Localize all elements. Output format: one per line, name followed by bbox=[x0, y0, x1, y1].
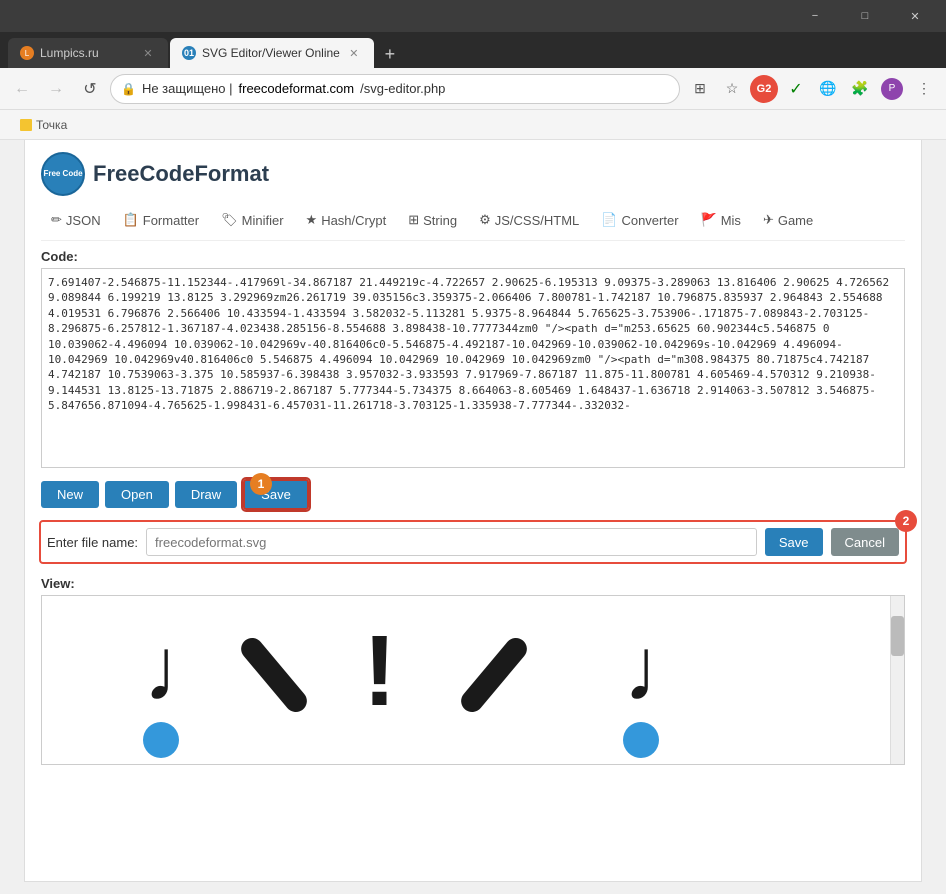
scrollbar-thumb bbox=[891, 616, 904, 656]
folder-icon bbox=[20, 119, 32, 131]
menu-item-string[interactable]: ⊞ String bbox=[398, 208, 467, 232]
svg-text:♩: ♩ bbox=[623, 620, 713, 720]
lock-icon: 🔒 bbox=[121, 82, 136, 96]
string-icon: ⊞ bbox=[408, 212, 419, 228]
close-tab-lumpics[interactable]: ✕ bbox=[140, 45, 156, 61]
new-button[interactable]: New bbox=[41, 481, 99, 508]
minifier-icon: 🏷 bbox=[221, 212, 238, 228]
svg-editor-favicon: 01 bbox=[182, 46, 196, 60]
new-tab-button[interactable]: + bbox=[376, 40, 404, 68]
menu-item-converter[interactable]: 📄 Converter bbox=[591, 208, 688, 232]
badge-1: 1 bbox=[250, 473, 272, 495]
menu-converter-label: Converter bbox=[621, 213, 678, 228]
close-button[interactable]: ✕ bbox=[892, 0, 938, 32]
cancel-file-button[interactable]: Cancel bbox=[831, 528, 899, 556]
view-section: View: ♩ ! bbox=[25, 568, 921, 765]
save-file-dialog: Enter file name: Save Cancel 2 bbox=[39, 520, 907, 564]
tab-lumpics-label: Lumpics.ru bbox=[40, 46, 99, 60]
site-logo: Free Code bbox=[41, 152, 85, 196]
menu-minifier-label: Minifier bbox=[242, 213, 284, 228]
address-protocol: Не защищено | bbox=[142, 81, 233, 96]
code-textarea[interactable]: 7.691407-2.546875-11.152344-.417969l-34.… bbox=[41, 268, 905, 468]
jscsshtml-icon: ⚙ bbox=[479, 212, 491, 228]
title-bar: − □ ✕ bbox=[0, 0, 946, 32]
address-domain: freecodeformat.com bbox=[239, 81, 355, 96]
save-file-label: Enter file name: bbox=[47, 535, 138, 550]
site-nav-menu: ✏ JSON 📋 Formatter 🏷 Minifier ★ Hash/Cry… bbox=[41, 208, 905, 241]
bookmark-label: Точка bbox=[36, 118, 67, 132]
bookmark-folder[interactable]: Точка bbox=[12, 113, 75, 137]
navigation-bar: ← → ↺ 🔒 Не защищено | freecodeformat.com… bbox=[0, 68, 946, 110]
formatter-icon: 📋 bbox=[123, 212, 139, 228]
lumpics-favicon: L bbox=[20, 46, 34, 60]
code-label: Code: bbox=[41, 249, 905, 264]
menu-jscsshtml-label: JS/CSS/HTML bbox=[495, 213, 580, 228]
menu-item-minifier[interactable]: 🏷 Minifier bbox=[211, 208, 293, 232]
reload-button[interactable]: ↺ bbox=[76, 75, 104, 103]
menu-item-formatter[interactable]: 📋 Formatter bbox=[113, 208, 210, 232]
filename-input[interactable] bbox=[146, 528, 757, 556]
extensions-button[interactable]: 🧩 bbox=[846, 75, 874, 103]
extension2-button[interactable]: ✓ bbox=[782, 75, 810, 103]
more-button[interactable]: ⋮ bbox=[910, 75, 938, 103]
address-bar[interactable]: 🔒 Не защищено | freecodeformat.com /svg-… bbox=[110, 74, 680, 104]
tabs-bar: L Lumpics.ru ✕ 01 SVG Editor/Viewer Onli… bbox=[0, 32, 946, 68]
menu-string-label: String bbox=[423, 213, 457, 228]
menu-item-json[interactable]: ✏ JSON bbox=[41, 208, 111, 232]
mis-icon: 🚩 bbox=[701, 212, 717, 228]
extension1-button[interactable]: G2 bbox=[750, 75, 778, 103]
logo-text: Free Code bbox=[43, 169, 82, 179]
save-file-form: Enter file name: Save Cancel 2 bbox=[47, 528, 899, 556]
tab-svg-editor[interactable]: 01 SVG Editor/Viewer Online ✕ bbox=[170, 38, 374, 68]
tab-lumpics[interactable]: L Lumpics.ru ✕ bbox=[8, 38, 168, 68]
site-title: FreeCodeFormat bbox=[93, 161, 269, 187]
open-button[interactable]: Open bbox=[105, 481, 169, 508]
converter-icon: 📄 bbox=[601, 212, 617, 228]
view-scrollbar[interactable] bbox=[890, 596, 904, 764]
draw-button[interactable]: Draw bbox=[175, 481, 237, 508]
menu-item-game[interactable]: ✈ Game bbox=[753, 208, 823, 232]
nav-actions: ⊞ ☆ G2 ✓ 🌐 🧩 P ⋮ bbox=[686, 75, 938, 103]
svg-text:♩: ♩ bbox=[143, 620, 233, 720]
menu-json-label: JSON bbox=[66, 213, 101, 228]
address-path: /svg-editor.php bbox=[360, 81, 445, 96]
page-content: Free Code FreeCodeFormat ✏ JSON 📋 Format… bbox=[24, 140, 922, 882]
json-icon: ✏ bbox=[51, 212, 62, 228]
maximize-button[interactable]: □ bbox=[842, 0, 888, 32]
menu-game-label: Game bbox=[778, 213, 813, 228]
logo-area: Free Code FreeCodeFormat bbox=[41, 152, 905, 196]
menu-formatter-label: Formatter bbox=[143, 213, 199, 228]
badge-2: 2 bbox=[895, 510, 917, 532]
forward-button[interactable]: → bbox=[42, 75, 70, 103]
profile-button[interactable]: P bbox=[878, 75, 906, 103]
svg-text:!: ! bbox=[363, 615, 396, 727]
bookmark-button[interactable]: ☆ bbox=[718, 75, 746, 103]
save-file-button[interactable]: Save bbox=[765, 528, 823, 556]
menu-hash-label: Hash/Crypt bbox=[321, 213, 386, 228]
menu-item-mis[interactable]: 🚩 Mis bbox=[691, 208, 751, 232]
game-icon: ✈ bbox=[763, 212, 774, 228]
svg-preview: ♩ ! ♩ bbox=[63, 600, 883, 760]
close-tab-svg-editor[interactable]: ✕ bbox=[346, 45, 362, 61]
back-button[interactable]: ← bbox=[8, 75, 36, 103]
translate-button[interactable]: ⊞ bbox=[686, 75, 714, 103]
page-header: Free Code FreeCodeFormat ✏ JSON 📋 Format… bbox=[25, 140, 921, 241]
window-controls: − □ ✕ bbox=[792, 0, 938, 32]
view-box: ♩ ! ♩ bbox=[41, 595, 905, 765]
view-label: View: bbox=[41, 576, 905, 591]
code-section: Code: 7.691407-2.546875-11.152344-.41796… bbox=[25, 241, 921, 471]
globe-button[interactable]: 🌐 bbox=[814, 75, 842, 103]
bookmark-bar: Точка bbox=[0, 110, 946, 140]
menu-item-hash[interactable]: ★ Hash/Crypt bbox=[296, 208, 397, 232]
action-buttons-row: New Open Draw Save 1 bbox=[25, 471, 921, 518]
menu-item-jscsshtml[interactable]: ⚙ JS/CSS/HTML bbox=[469, 208, 589, 232]
tab-svg-editor-label: SVG Editor/Viewer Online bbox=[202, 46, 340, 60]
minimize-button[interactable]: − bbox=[792, 0, 838, 32]
menu-mis-label: Mis bbox=[721, 213, 741, 228]
hash-icon: ★ bbox=[306, 212, 318, 228]
